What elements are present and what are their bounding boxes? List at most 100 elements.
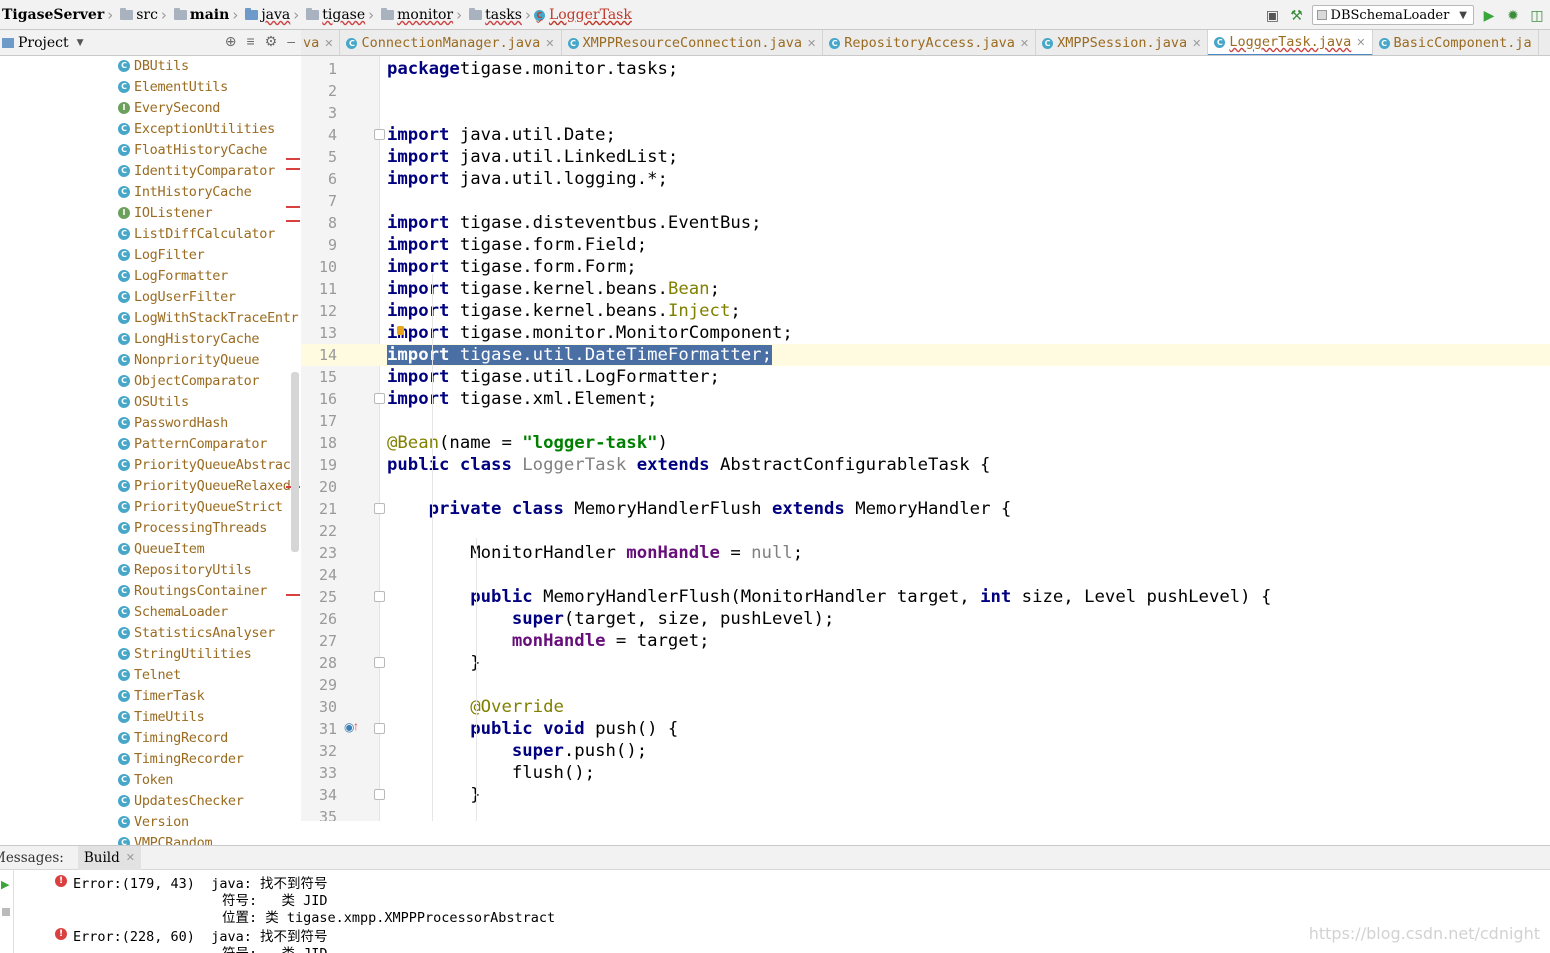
intention-bulb-icon[interactable] bbox=[397, 326, 404, 335]
editor-tab[interactable]: C ConnectionManager.java ✕ bbox=[340, 30, 562, 55]
close-icon[interactable]: ✕ bbox=[126, 851, 135, 864]
close-icon[interactable]: ✕ bbox=[324, 37, 333, 50]
tree-item[interactable]: C DBUtils bbox=[118, 56, 189, 76]
breadcrumb-item[interactable]: java bbox=[239, 7, 292, 23]
code-text: public class LoggerTask extends Abstract… bbox=[387, 454, 990, 476]
fold-marker[interactable] bbox=[374, 657, 385, 668]
fold-marker[interactable] bbox=[374, 129, 385, 140]
tree-item[interactable]: C OSUtils bbox=[118, 391, 189, 412]
tree-item[interactable]: C PriorityQueueRelaxed bbox=[118, 475, 291, 496]
project-view-selector[interactable]: Project ▼ bbox=[0, 35, 84, 51]
fold-marker[interactable] bbox=[374, 789, 385, 800]
tab-build[interactable]: Build ✕ bbox=[77, 845, 141, 870]
code-line: 14 import tigase.util.DateTimeFormatter; bbox=[301, 344, 1550, 366]
fold-marker[interactable] bbox=[374, 723, 385, 734]
close-icon[interactable]: ✕ bbox=[1356, 36, 1365, 49]
class-icon: C bbox=[118, 59, 130, 72]
tree-item[interactable]: C QueueItem bbox=[118, 538, 205, 559]
breadcrumb-separator: › bbox=[456, 6, 463, 24]
tree-item[interactable]: C LogUserFilter bbox=[118, 286, 236, 307]
tree-item[interactable]: C LogFilter bbox=[118, 244, 205, 265]
code-token: import bbox=[387, 279, 450, 299]
tree-item[interactable]: C StatisticsAnalyser bbox=[118, 622, 275, 643]
project-structure-icon[interactable]: ▣ bbox=[1264, 6, 1282, 24]
interface-icon: I bbox=[118, 101, 130, 114]
close-icon[interactable]: ✕ bbox=[1192, 37, 1201, 50]
tree-item[interactable]: C LongHistoryCache bbox=[118, 328, 260, 349]
tree-item[interactable]: C LogWithStackTraceEntr bbox=[118, 307, 299, 328]
breadcrumb-item[interactable]: tasks bbox=[463, 7, 524, 23]
close-icon[interactable]: ✕ bbox=[807, 37, 816, 50]
breadcrumb-item[interactable]: TigaseServer bbox=[0, 7, 106, 23]
tree-item[interactable]: C ExceptionUtilities bbox=[118, 118, 275, 139]
tree-item-label: TimingRecorder bbox=[134, 750, 244, 767]
breadcrumb-item[interactable]: tigase bbox=[300, 7, 367, 23]
tree-item[interactable]: C NonpriorityQueue bbox=[118, 349, 260, 370]
tree-item-label: Token bbox=[134, 771, 174, 788]
class-icon: C bbox=[118, 689, 130, 702]
tree-item[interactable]: C TimerTask bbox=[118, 685, 205, 706]
coverage-icon[interactable]: ◫ bbox=[1528, 6, 1546, 24]
collapse-all-icon[interactable]: ≡ bbox=[246, 33, 254, 50]
tree-item[interactable]: C RoutingsContainer bbox=[118, 580, 267, 601]
line-number: 8 bbox=[327, 214, 337, 232]
code-editor[interactable]: 1 packagetigase.monitor.tasks; 2 3 4 import j… bbox=[301, 56, 1550, 821]
breadcrumb-item[interactable]: src bbox=[114, 7, 160, 23]
breadcrumb-item[interactable]: monitor bbox=[375, 7, 455, 23]
tree-item[interactable]: C LogFormatter bbox=[118, 265, 228, 286]
tree-item[interactable]: C ElementUtils bbox=[118, 76, 228, 97]
tree-item[interactable]: C TimingRecord bbox=[118, 727, 228, 748]
build-hammer-icon[interactable]: ⚒ bbox=[1288, 6, 1306, 24]
tree-item[interactable]: C PasswordHash bbox=[118, 412, 228, 433]
stop-icon[interactable] bbox=[2, 908, 10, 916]
editor-tab[interactable]: C BasicComponent.ja bbox=[1373, 30, 1539, 55]
breadcrumb-item[interactable]: main bbox=[168, 7, 231, 23]
settings-gear-icon[interactable]: ⚙ bbox=[265, 33, 278, 50]
code-token: private class bbox=[428, 499, 564, 519]
tree-item[interactable]: C VMPCRandom bbox=[118, 832, 213, 845]
tree-item[interactable]: C TimingRecorder bbox=[118, 748, 244, 769]
close-icon[interactable]: ✕ bbox=[545, 37, 554, 50]
fold-marker[interactable] bbox=[374, 503, 385, 514]
tree-item[interactable]: C ProcessingThreads bbox=[118, 517, 267, 538]
tree-item[interactable]: C FloatHistoryCache bbox=[118, 139, 267, 160]
tree-item[interactable]: C ListDiffCalculator bbox=[118, 223, 275, 244]
tree-item[interactable]: C RepositoryUtils bbox=[118, 559, 252, 580]
breadcrumb-item[interactable]: C LoggerTask bbox=[532, 7, 634, 23]
scroll-from-source-icon[interactable]: ⊕ bbox=[225, 33, 237, 50]
tree-item[interactable]: C StringUtilities bbox=[118, 643, 252, 664]
tree-item[interactable]: C IntHistoryCache bbox=[118, 181, 252, 202]
tree-item[interactable]: C Token bbox=[118, 769, 173, 790]
tree-item[interactable]: C TimeUtils bbox=[118, 706, 205, 727]
line-number: 12 bbox=[318, 302, 337, 320]
tree-item[interactable]: C UpdatesChecker bbox=[118, 790, 244, 811]
tree-item[interactable]: C Version bbox=[118, 811, 189, 832]
tree-item[interactable]: C IdentityComparator bbox=[118, 160, 275, 181]
tree-item[interactable]: I EverySecond bbox=[118, 97, 220, 118]
error-position: 位置: 类 tigase.xmpp.XMPPProcessorAbstract bbox=[222, 910, 556, 926]
editor-tab[interactable]: C RepositoryAccess.java ✕ bbox=[823, 30, 1037, 55]
hide-panel-icon[interactable]: – bbox=[287, 33, 295, 50]
editor-tab[interactable]: C XMPPSession.java ✕ bbox=[1036, 30, 1209, 55]
tree-scrollbar[interactable] bbox=[291, 372, 299, 552]
tree-item[interactable]: C PriorityQueueAbstract bbox=[118, 454, 299, 475]
rerun-icon[interactable]: ▶ bbox=[1, 878, 9, 891]
run-configuration-select[interactable]: DBSchemaLoader ▼ bbox=[1311, 5, 1474, 25]
editor-tab[interactable]: C LoggerTask.java ✕ bbox=[1208, 30, 1373, 55]
run-icon[interactable]: ▶ bbox=[1480, 6, 1498, 24]
tree-item[interactable]: C PatternComparator bbox=[118, 433, 267, 454]
editor-tab[interactable]: va ✕ bbox=[301, 30, 341, 55]
tree-item[interactable]: I IOListener bbox=[118, 202, 213, 223]
tree-item[interactable]: C SchemaLoader bbox=[118, 601, 228, 622]
line-number: 34 bbox=[318, 786, 337, 804]
editor-tab[interactable]: C XMPPResourceConnection.java ✕ bbox=[562, 30, 824, 55]
tree-item[interactable]: C PriorityQueueStrict bbox=[118, 496, 283, 517]
close-icon[interactable]: ✕ bbox=[1020, 37, 1029, 50]
fold-marker[interactable] bbox=[374, 591, 385, 602]
tree-item[interactable]: C Telnet bbox=[118, 664, 181, 685]
breadcrumb-separator: › bbox=[368, 6, 375, 24]
tree-item[interactable]: C ObjectComparator bbox=[118, 370, 260, 391]
messages-tab-bar: Messages: Build ✕ bbox=[0, 845, 1550, 870]
debug-icon[interactable]: ✹ bbox=[1504, 6, 1522, 24]
fold-marker[interactable] bbox=[374, 393, 385, 404]
